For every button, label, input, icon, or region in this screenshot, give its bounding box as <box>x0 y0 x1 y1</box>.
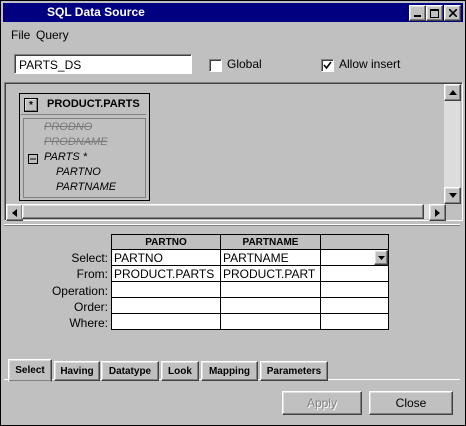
select-cell[interactable]: PARTNAME <box>220 249 321 266</box>
query-grid: PARTNO PARTNAME PARTNO PARTNAME PRODUCT.… <box>111 234 389 330</box>
arrow-left-icon <box>12 208 17 217</box>
allow-insert-label: Allow insert <box>339 57 401 71</box>
table-box-title: PRODUCT.PARTS <box>47 98 140 110</box>
where-cell[interactable] <box>111 313 221 330</box>
column-parts[interactable]: PARTS * <box>44 151 87 163</box>
tab-datatype-label: Datatype <box>108 365 152 377</box>
maximize-icon <box>430 8 439 18</box>
row-label-where: Where: <box>69 316 108 330</box>
from-cell[interactable]: PRODUCT.PARTS <box>111 265 221 282</box>
window-title: SQL Data Source <box>47 5 145 19</box>
vertical-scrollbar[interactable] <box>444 84 460 203</box>
tab-look-label: Look <box>168 365 192 377</box>
select-all-star-button[interactable]: * <box>24 98 38 112</box>
scroll-up-button[interactable] <box>444 84 461 101</box>
minimize-button[interactable] <box>409 5 426 21</box>
row-label-order: Order: <box>73 300 108 314</box>
close-button[interactable]: Close <box>369 391 453 415</box>
tab-parameters-label: Parameters <box>266 365 322 377</box>
tab-mapping-label: Mapping <box>208 365 251 377</box>
where-cell[interactable] <box>320 313 389 330</box>
chevron-down-icon <box>377 255 385 260</box>
maximize-button[interactable] <box>426 5 443 21</box>
tab-select[interactable]: Select <box>8 359 52 382</box>
tab-mapping[interactable]: Mapping <box>201 361 258 381</box>
minus-icon <box>30 158 36 160</box>
grid-header-row: PARTNO PARTNAME <box>111 234 389 250</box>
minimize-icon <box>413 15 421 17</box>
tab-having-label: Having <box>60 365 94 377</box>
tab-datatype[interactable]: Datatype <box>101 361 159 381</box>
from-cell[interactable]: PRODUCT.PART <box>220 265 321 282</box>
horizontal-scroll-thumb[interactable] <box>22 204 424 219</box>
arrow-down-icon <box>448 193 457 198</box>
grid-header-partname[interactable]: PARTNAME <box>220 234 321 250</box>
grid-row-select: PARTNO PARTNAME <box>111 249 389 266</box>
row-label-operation: Operation: <box>51 284 108 298</box>
menu-query[interactable]: Query <box>36 28 69 42</box>
grid-row-from: PRODUCT.PARTS PRODUCT.PART <box>111 265 389 282</box>
table-columns-list: PRODNO PRODNAME PARTS * PARTNO PARTNAME <box>23 118 146 198</box>
grid-header-empty[interactable] <box>320 234 389 250</box>
grid-row-where <box>111 313 389 330</box>
collapse-icon[interactable] <box>28 154 38 164</box>
menu-file[interactable]: File <box>11 28 30 42</box>
row-label-from: From: <box>76 267 108 281</box>
select-cell[interactable]: PARTNO <box>111 249 221 266</box>
column-partname[interactable]: PARTNAME <box>56 181 116 193</box>
operation-cell[interactable] <box>320 281 389 298</box>
scroll-right-button[interactable] <box>429 204 446 221</box>
pane-splitter[interactable] <box>4 224 460 226</box>
operation-cell[interactable] <box>220 281 321 298</box>
tab-parameters[interactable]: Parameters <box>260 361 328 381</box>
grid-row-order <box>111 297 389 314</box>
scroll-left-button[interactable] <box>6 204 23 221</box>
select-cell-dropdown[interactable] <box>320 249 389 266</box>
table-box-header: * PRODUCT.PARTS <box>21 95 146 115</box>
global-checkbox[interactable] <box>209 59 222 72</box>
close-window-button[interactable] <box>444 5 461 21</box>
order-cell[interactable] <box>220 297 321 314</box>
row-label-select: Select: <box>71 251 108 265</box>
close-icon <box>448 9 457 17</box>
operation-cell[interactable] <box>111 281 221 298</box>
arrow-up-icon <box>448 90 457 95</box>
table-box-product-parts[interactable]: * PRODUCT.PARTS PRODNO PRODNAME PARTS * … <box>19 93 150 201</box>
where-cell[interactable] <box>220 313 321 330</box>
tab-select-label: Select <box>15 365 45 376</box>
menu-bar: File Query <box>3 25 463 45</box>
grid-header-partno[interactable]: PARTNO <box>111 234 221 250</box>
tab-having[interactable]: Having <box>54 361 100 381</box>
scroll-down-button[interactable] <box>444 187 461 204</box>
dropdown-button[interactable] <box>374 250 388 265</box>
datasource-name-field[interactable]: PARTS_DS <box>14 54 192 74</box>
tab-look[interactable]: Look <box>161 361 199 381</box>
column-partno[interactable]: PARTNO <box>56 166 101 178</box>
global-label: Global <box>227 57 262 71</box>
checkmark-icon <box>323 61 332 70</box>
from-cell[interactable] <box>320 265 389 282</box>
arrow-right-icon <box>435 208 440 217</box>
order-cell[interactable] <box>111 297 221 314</box>
grid-row-operation <box>111 281 389 298</box>
allow-insert-checkbox[interactable] <box>321 59 334 72</box>
title-bar[interactable]: SQL Data Source <box>3 3 463 22</box>
column-prodno[interactable]: PRODNO <box>44 121 92 133</box>
column-prodname[interactable]: PRODNAME <box>44 136 108 148</box>
order-cell[interactable] <box>320 297 389 314</box>
apply-button[interactable]: Apply <box>282 391 362 415</box>
